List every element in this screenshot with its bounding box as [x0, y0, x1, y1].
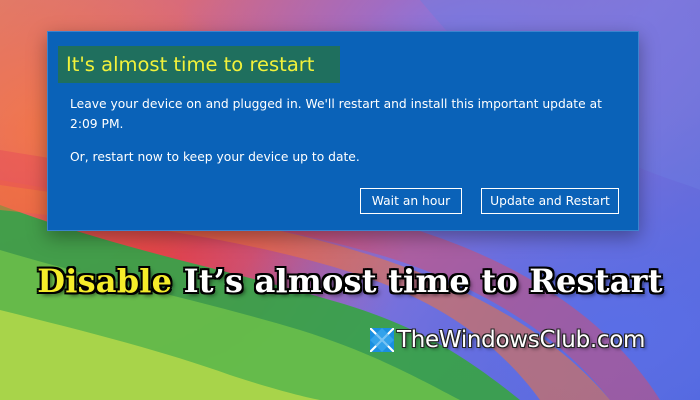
dialog-message: Leave your device on and plugged in. We'… [70, 97, 602, 131]
update-and-restart-button[interactable]: Update and Restart [481, 188, 619, 214]
headline-rest: It’s almost time to Restart [183, 262, 663, 300]
brand-text: TheWindowsClub.com [397, 327, 646, 353]
site-brand: TheWindowsClub.com [370, 327, 645, 353]
restart-notification-dialog: It's almost time to restart Leave your d… [47, 31, 639, 231]
dialog-title: It's almost time to restart [58, 46, 340, 83]
dialog-secondary-message: Or, restart now to keep your device up t… [70, 150, 360, 164]
wait-an-hour-button[interactable]: Wait an hour [360, 188, 462, 214]
headline-disable-word: Disable [37, 262, 173, 300]
article-headline: Disable It’s almost time to Restart [0, 262, 700, 300]
windows-club-logo-icon [370, 328, 394, 352]
